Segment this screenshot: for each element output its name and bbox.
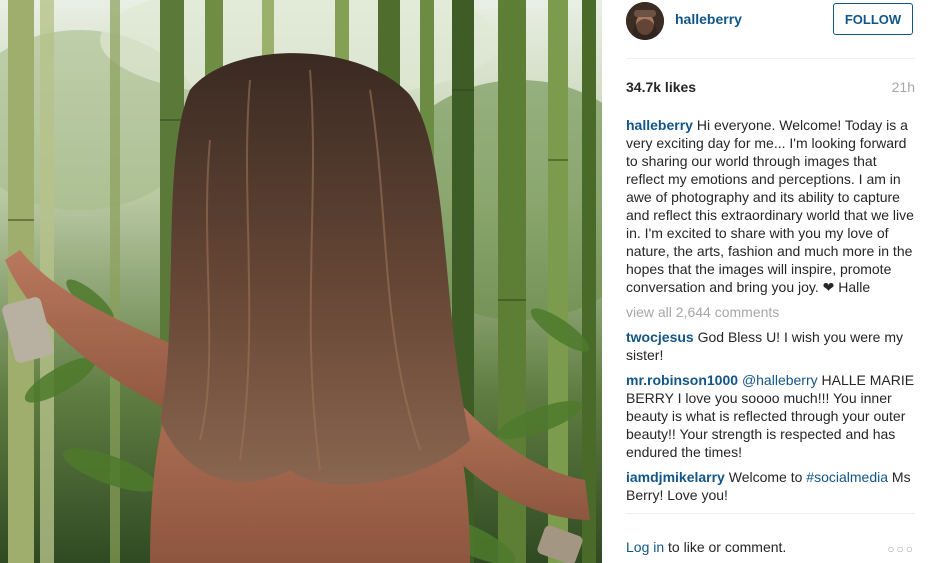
login-link[interactable]: Log in — [626, 539, 664, 555]
caption-username[interactable]: halleberry — [626, 117, 693, 133]
post-photo[interactable] — [0, 0, 602, 563]
comments-list[interactable]: halleberry Hi everyone. Welcome! Today i… — [626, 116, 915, 514]
username-link[interactable]: halleberry — [675, 11, 742, 27]
comment-hashtag-link[interactable]: #socialmedia — [806, 469, 888, 485]
login-prompt-suffix: to like or comment. — [664, 539, 787, 555]
comment-username[interactable]: twocjesus — [626, 329, 694, 345]
follow-button[interactable]: FOLLOW — [833, 3, 913, 35]
post-stats: 34.7k likes 21h — [626, 79, 915, 99]
post-header: halleberry FOLLOW — [626, 0, 915, 59]
post-footer: Log in to like or comment. ○○○ — [626, 513, 915, 563]
post-timestamp[interactable]: 21h — [892, 79, 915, 95]
photo-image — [0, 0, 602, 563]
likes-count[interactable]: 34.7k likes — [626, 79, 696, 95]
post-side-panel: halleberry FOLLOW 34.7k likes 21h halleb… — [602, 0, 937, 563]
avatar-image — [626, 2, 664, 40]
comment-item: iamdjmikelarry Welcome to #socialmedia M… — [626, 468, 915, 504]
comment-text: Welcome to — [728, 469, 803, 485]
comment-mention-link[interactable]: @halleberry — [742, 372, 818, 388]
avatar[interactable] — [626, 2, 664, 40]
more-options-icon[interactable]: ○○○ — [887, 542, 915, 556]
caption: halleberry Hi everyone. Welcome! Today i… — [626, 116, 915, 296]
comment-username[interactable]: iamdjmikelarry — [626, 469, 725, 485]
comment-username[interactable]: mr.robinson1000 — [626, 372, 738, 388]
login-prompt: Log in to like or comment. — [626, 539, 786, 555]
caption-text: Hi everyone. Welcome! Today is a very ex… — [626, 117, 914, 295]
comment-item: mr.robinson1000 @halleberry HALLE MARIE … — [626, 371, 915, 461]
view-all-comments-link[interactable]: view all 2,644 comments — [626, 303, 915, 321]
comment-item: twocjesus God Bless U! I wish you were m… — [626, 328, 915, 364]
